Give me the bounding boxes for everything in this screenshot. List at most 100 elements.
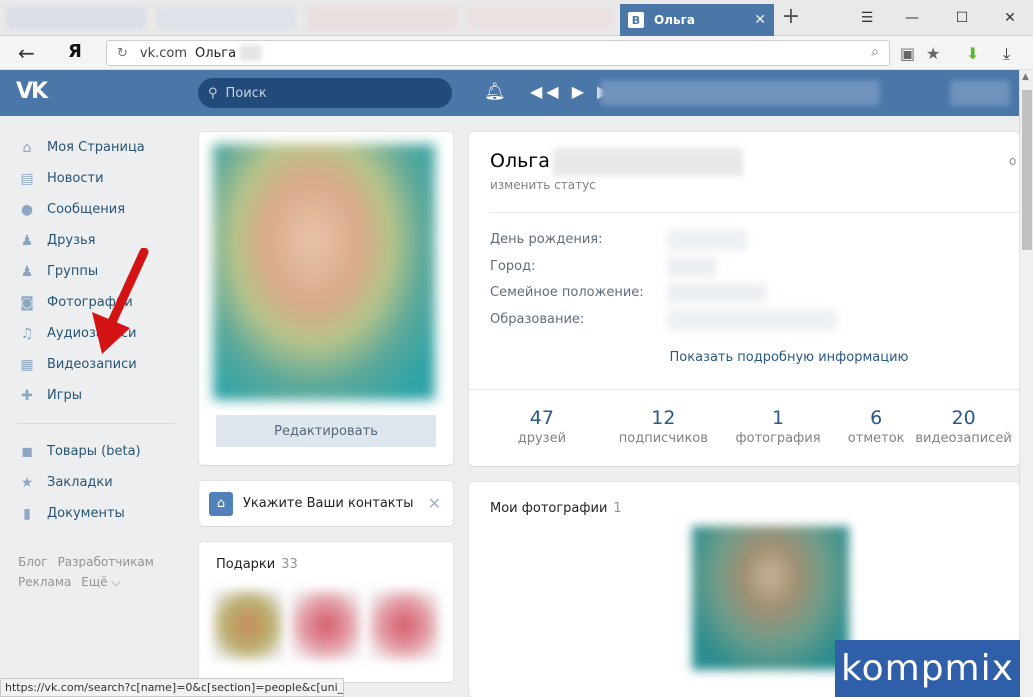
contacts-prompt[interactable]: ⌂ Укажите Ваши контакты ✕ [199, 481, 453, 526]
footer-link-ads[interactable]: Реклама [18, 575, 71, 589]
status-bar-url: https://vk.com/search?c[name]=0&c[sectio… [0, 678, 344, 697]
photo-thumbnail[interactable] [692, 526, 849, 670]
avatar[interactable] [213, 144, 435, 400]
close-window-icon[interactable]: ✕ [995, 6, 1025, 30]
edit-profile-button[interactable]: Редактировать [216, 415, 436, 447]
counter-tags[interactable]: 6 отметок [844, 407, 908, 446]
divider [490, 212, 1019, 213]
counter-number: 6 [870, 407, 883, 429]
profile-info-card: Ольга изменить статус о День рождения: Г… [469, 132, 1019, 466]
change-status-link[interactable]: изменить статус [490, 178, 596, 192]
counter-number: 12 [651, 407, 676, 429]
scroll-thumb[interactable] [1022, 90, 1032, 250]
menu-item-my-page[interactable]: ⌂ Моя Страница [18, 132, 178, 163]
gifts-title: Подарки [216, 557, 276, 572]
blurred-area [600, 80, 880, 106]
minimize-icon[interactable]: — [897, 6, 927, 30]
counter-number: 1 [771, 407, 785, 429]
url-title: Ольга [195, 45, 237, 61]
contacts-prompt-text: Укажите Ваши контакты [243, 496, 414, 511]
photos-header[interactable]: Мои фотографии 1 [490, 501, 622, 516]
search-input[interactable]: ⚲ Поиск [198, 78, 452, 108]
address-bar: ← Я ↻ vk.com Ольга ⌕ ▣ ★ ⬇ ⤓ [0, 36, 1033, 70]
counter-videos[interactable]: 20 видеозаписей [908, 407, 1019, 446]
document-icon: ▮ [23, 505, 31, 522]
menu-item-games[interactable]: ✚ Игры [18, 380, 178, 411]
counter-number: 47 [529, 407, 554, 429]
menu-item-documents[interactable]: ▮ Документы [18, 498, 178, 529]
menu-icon[interactable]: ☰ [852, 6, 882, 30]
back-arrow-icon[interactable]: ← [18, 41, 35, 65]
footer-links: Блог Разработчикам Реклама Ещё ⌵ [18, 552, 188, 592]
avatar-card: Редактировать [199, 132, 453, 465]
url-field[interactable]: ↻ vk.com Ольга ⌕ [106, 40, 890, 66]
menu-item-label: Моя Страница [47, 140, 145, 155]
blurred-value [667, 230, 747, 250]
menu-divider [18, 423, 174, 424]
divider [469, 389, 1019, 390]
photos-count: 1 [613, 501, 622, 516]
footer-link-developers[interactable]: Разработчикам [58, 555, 154, 569]
bell-icon[interactable]: 🔔︎ [484, 82, 506, 102]
blurred-value [667, 257, 717, 277]
footer-link-more[interactable]: Ещё ⌵ [81, 575, 120, 589]
menu-item-label: Игры [47, 388, 83, 403]
gifts-count: 33 [281, 557, 298, 572]
counter-photos[interactable]: 1 фотография [712, 407, 844, 446]
counter-label: друзей [517, 431, 567, 446]
goods-icon: ◼ [21, 443, 33, 460]
counter-number: 20 [951, 407, 976, 429]
counter-followers[interactable]: 12 подписчиков [615, 407, 712, 446]
gift-item[interactable] [369, 590, 439, 660]
blurred-tab[interactable] [308, 6, 458, 30]
scrollbar[interactable]: ▲ [1019, 70, 1033, 697]
show-more-info-link[interactable]: Показать подробную информацию [469, 350, 1033, 365]
menu-item-messages[interactable]: ● Сообщения [18, 194, 178, 225]
menu-item-label: Сообщения [47, 202, 126, 217]
browser-tab-strip: В Ольга ✕ + ☰ — ☐ ✕ [0, 0, 1033, 36]
gifts-header[interactable]: Подарки 33 [216, 557, 298, 572]
online-indicator: о [1009, 154, 1017, 168]
menu-item-label: Товары (beta) [47, 444, 141, 459]
counter-friends[interactable]: 47 друзей [469, 407, 615, 446]
blurred-area [950, 80, 1010, 106]
profile-name: Ольга [490, 150, 550, 172]
counter-label: фотография [735, 431, 821, 446]
yandex-logo[interactable]: Я [68, 41, 82, 62]
music-icon: ♫ [20, 325, 34, 342]
lock-icon[interactable]: ▣ [900, 44, 915, 63]
info-label-birthday: День рождения: [490, 232, 603, 247]
active-tab-title: Ольга [654, 13, 695, 27]
gift-item[interactable] [213, 590, 283, 660]
download-manager-icon[interactable]: ⬇ [966, 44, 979, 63]
footer-link-blog[interactable]: Блог [18, 555, 48, 569]
blurred-tab[interactable] [465, 6, 615, 30]
menu-item-news[interactable]: ▤ Новости [18, 163, 178, 194]
bookmark-star-icon[interactable]: ★ [926, 44, 940, 63]
messages-icon: ● [20, 201, 34, 218]
close-icon[interactable]: ✕ [428, 494, 441, 513]
reload-icon[interactable]: ↻ [117, 46, 128, 61]
watermark-logo: kompmix [835, 640, 1020, 697]
close-tab-icon[interactable]: ✕ [754, 12, 766, 28]
vk-logo[interactable]: VK [16, 79, 56, 107]
downloads-icon[interactable]: ⤓ [1003, 44, 1010, 64]
maximize-icon[interactable]: ☐ [947, 6, 977, 30]
menu-item-bookmarks[interactable]: ★ Закладки [18, 467, 178, 498]
news-icon: ▤ [20, 170, 34, 187]
menu-item-label: Видеозаписи [47, 357, 137, 372]
scroll-up-icon[interactable]: ▲ [1022, 72, 1029, 82]
menu-item-label: Друзья [47, 233, 96, 248]
zoom-icon[interactable]: ⌕ [871, 44, 879, 60]
info-label-city: Город: [490, 259, 536, 274]
gift-item[interactable] [291, 590, 361, 660]
red-arrow-icon [92, 248, 149, 354]
blurred-tab[interactable] [6, 6, 146, 30]
groups-icon: ♟ [20, 263, 34, 280]
search-icon: ⚲ [208, 85, 218, 101]
blurred-tab[interactable] [156, 6, 296, 30]
active-tab[interactable]: В Ольга ✕ [620, 4, 774, 36]
new-tab-button[interactable]: + [778, 6, 804, 30]
menu-item-goods[interactable]: ◼ Товары (beta) [18, 436, 178, 467]
search-placeholder: Поиск [225, 85, 267, 101]
